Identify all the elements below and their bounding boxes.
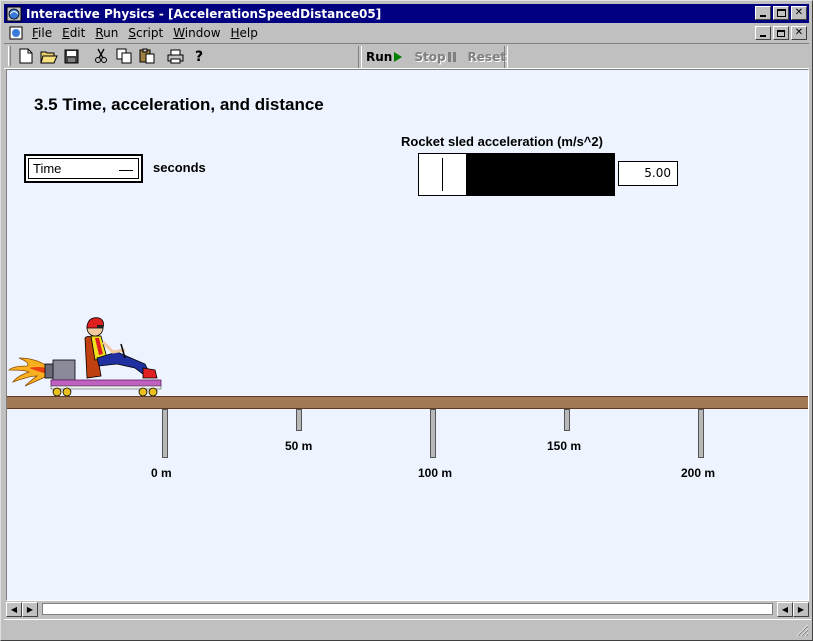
scroll-track[interactable] bbox=[42, 603, 773, 615]
distance-label-50: 50 m bbox=[285, 439, 313, 453]
copy-icon bbox=[116, 48, 131, 64]
close-button[interactable]: ✕ bbox=[791, 6, 807, 20]
menu-run[interactable]: Run bbox=[91, 26, 124, 40]
status-bar bbox=[4, 619, 811, 639]
ground-track bbox=[7, 396, 808, 409]
maximize-button[interactable] bbox=[773, 6, 789, 20]
wheel-icon bbox=[148, 387, 158, 397]
menu-script[interactable]: Script bbox=[124, 26, 169, 40]
wheel-icon bbox=[62, 387, 72, 397]
window-controls: ✕ bbox=[755, 6, 807, 20]
distance-marker-50 bbox=[296, 409, 302, 431]
acceleration-slider[interactable] bbox=[418, 153, 615, 196]
run-button[interactable]: Run bbox=[366, 50, 403, 64]
print-button[interactable] bbox=[164, 45, 187, 67]
cut-button[interactable] bbox=[89, 45, 112, 67]
slider-thumb[interactable] bbox=[442, 158, 443, 191]
menu-edit[interactable]: Edit bbox=[58, 26, 91, 40]
menu-bar: File Edit Run Script Window Help ✕ bbox=[4, 24, 809, 42]
paste-button[interactable] bbox=[135, 45, 158, 67]
distance-label-150: 150 m bbox=[547, 439, 582, 453]
acceleration-value-field[interactable]: 5.00 bbox=[618, 161, 678, 186]
new-file-icon bbox=[19, 48, 32, 64]
distance-label-100: 100 m bbox=[418, 466, 453, 480]
arrow-right-end-icon: ▶ bbox=[797, 604, 805, 614]
time-meter-label: Time bbox=[33, 161, 62, 176]
save-button[interactable] bbox=[60, 45, 83, 67]
distance-marker-200 bbox=[698, 409, 704, 458]
distance-label-200: 200 m bbox=[681, 466, 716, 480]
rocket-sled[interactable] bbox=[7, 308, 167, 398]
time-meter-readout bbox=[119, 170, 133, 171]
minimize-icon bbox=[760, 15, 766, 17]
svg-text:?: ? bbox=[195, 49, 203, 64]
new-button[interactable] bbox=[14, 45, 37, 67]
doc-close-button[interactable]: ✕ bbox=[791, 26, 807, 40]
minimize-icon bbox=[760, 35, 766, 37]
open-button[interactable] bbox=[37, 45, 60, 67]
scroll-left-button[interactable]: ◀ bbox=[6, 601, 22, 617]
horizontal-scrollbar[interactable]: ◀ ▶ ◀ ▶ bbox=[6, 601, 809, 617]
print-icon bbox=[167, 49, 184, 63]
minimize-button[interactable] bbox=[755, 6, 771, 20]
maximize-icon bbox=[776, 9, 786, 17]
cut-icon bbox=[94, 48, 107, 63]
distance-marker-0 bbox=[162, 409, 168, 458]
open-folder-icon bbox=[39, 51, 58, 63]
slider-label: Rocket sled acceleration (m/s^2) bbox=[401, 134, 603, 149]
document-icon[interactable] bbox=[8, 25, 24, 41]
restore-icon bbox=[777, 29, 785, 37]
run-controls: Run Stop Reset bbox=[366, 46, 518, 68]
toolbar-grip[interactable] bbox=[8, 46, 11, 66]
page-title: 3.5 Time, acceleration, and distance bbox=[34, 95, 324, 114]
close-icon: ✕ bbox=[794, 27, 804, 38]
scroll-step-left-button[interactable]: ◀ bbox=[777, 601, 793, 617]
help-icon: ? bbox=[195, 49, 203, 64]
doc-minimize-button[interactable] bbox=[755, 26, 771, 40]
rocket-engine bbox=[52, 359, 76, 381]
stop-button[interactable]: Stop bbox=[414, 50, 456, 64]
arrow-left-icon: ◀ bbox=[781, 604, 789, 614]
window-title: Interactive Physics - [AccelerationSpeed… bbox=[26, 6, 382, 21]
arrow-left-icon: ◀ bbox=[10, 604, 18, 614]
menu-window[interactable]: Window bbox=[169, 26, 226, 40]
reset-button[interactable]: Reset bbox=[468, 50, 506, 64]
wheel-icon bbox=[138, 387, 148, 397]
menu-help[interactable]: Help bbox=[227, 26, 264, 40]
copy-button[interactable] bbox=[112, 45, 135, 67]
distance-label-0: 0 m bbox=[151, 466, 172, 480]
toolbar: ? Run Stop Reset bbox=[4, 43, 809, 69]
wheel-icon bbox=[52, 387, 62, 397]
menu-file[interactable]: File bbox=[28, 26, 58, 40]
time-units-label: seconds bbox=[153, 160, 206, 175]
resize-grip-icon[interactable] bbox=[795, 623, 809, 637]
distance-marker-150 bbox=[564, 409, 570, 431]
distance-marker-100 bbox=[430, 409, 436, 458]
doc-restore-button[interactable] bbox=[773, 26, 789, 40]
help-button[interactable]: ? bbox=[187, 45, 210, 67]
time-meter[interactable]: Time bbox=[24, 154, 143, 183]
document-window-controls: ✕ bbox=[755, 26, 807, 40]
scroll-right-button[interactable]: ▶ bbox=[793, 601, 809, 617]
toolbar-divider bbox=[358, 46, 362, 68]
rocket-flame-icon bbox=[8, 357, 48, 387]
app-icon bbox=[6, 6, 22, 21]
arrow-right-icon: ▶ bbox=[26, 604, 34, 614]
scroll-step-right-button[interactable]: ▶ bbox=[22, 601, 38, 617]
app-window: Interactive Physics - [AccelerationSpeed… bbox=[0, 0, 813, 641]
save-icon bbox=[64, 49, 79, 63]
pause-icon bbox=[447, 52, 456, 62]
sled-platform bbox=[50, 379, 162, 387]
toolbar-divider-2 bbox=[504, 46, 508, 68]
play-icon bbox=[394, 52, 403, 62]
title-bar[interactable]: Interactive Physics - [AccelerationSpeed… bbox=[4, 4, 809, 23]
simulation-workspace[interactable]: 3.5 Time, acceleration, and distance Tim… bbox=[6, 69, 809, 601]
close-icon: ✕ bbox=[794, 7, 804, 18]
paste-icon bbox=[139, 48, 154, 64]
